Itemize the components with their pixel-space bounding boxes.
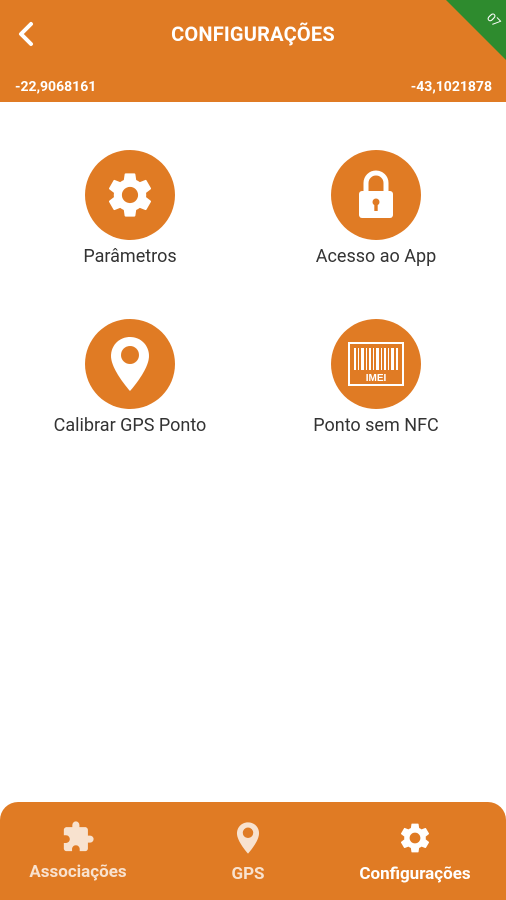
bottom-navigation: Associações GPS Configurações — [0, 802, 506, 900]
gear-icon — [108, 173, 152, 217]
nav-label: GPS — [231, 864, 265, 884]
tile-acesso-ao-app[interactable]: Acesso ao App — [276, 150, 476, 267]
tile-label: Acesso ao App — [315, 246, 437, 267]
barcode-caption: IMEI — [366, 373, 387, 384]
tile-label: Ponto sem NFC — [313, 415, 439, 436]
gear-icon — [400, 823, 430, 853]
nav-label: Associações — [29, 862, 127, 882]
page-title: CONFIGURAÇÕES — [171, 22, 335, 46]
tile-label: Calibrar GPS Ponto — [53, 415, 207, 436]
nav-label: Configurações — [359, 864, 471, 884]
longitude-readout: -43,1021878 — [410, 79, 492, 95]
app-header: CONFIGURAÇÕES -22,9068161 -43,1021878 07 — [0, 0, 506, 102]
tile-icon-circle: IMEI — [331, 319, 421, 409]
tile-icon-circle — [85, 319, 175, 409]
nav-configuracoes[interactable]: Configurações — [345, 820, 485, 884]
tile-ponto-sem-nfc[interactable]: IMEI Ponto sem NFC — [276, 319, 476, 436]
nav-associacoes[interactable]: Associações — [18, 820, 138, 882]
barcode-imei-icon: IMEI — [348, 342, 404, 386]
tile-calibrar-gps-ponto[interactable]: Calibrar GPS Ponto — [30, 319, 230, 436]
location-pin-icon — [236, 822, 260, 854]
lock-icon — [359, 170, 393, 218]
location-pin-icon — [111, 337, 149, 391]
puzzle-icon — [63, 821, 94, 852]
tile-parametros[interactable]: Parâmetros — [30, 150, 230, 267]
latitude-readout: -22,9068161 — [15, 79, 97, 95]
tile-label: Parâmetros — [83, 246, 177, 267]
nav-gps[interactable]: GPS — [203, 820, 293, 884]
version-corner-badge: 07 — [446, 0, 506, 60]
tile-icon-circle — [331, 150, 421, 240]
tile-icon-circle — [85, 150, 175, 240]
